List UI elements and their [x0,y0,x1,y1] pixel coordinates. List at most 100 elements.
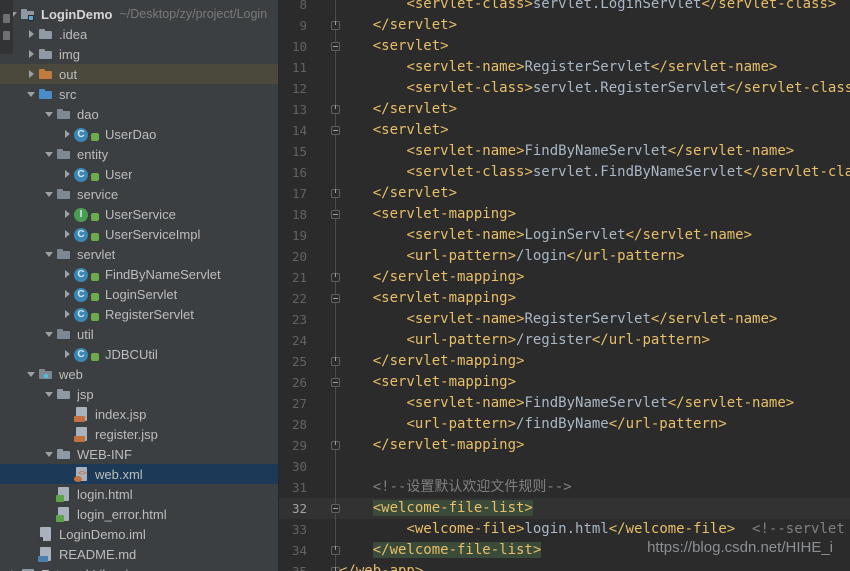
tree-item-index-jsp[interactable]: index.jsp [0,404,278,424]
code-line-29[interactable]: </servlet-mapping> [339,435,524,456]
tree-item-service[interactable]: service [0,184,278,204]
chevron-down-icon[interactable] [44,326,56,342]
chevron-right-icon[interactable] [26,26,38,42]
tree-item-userserviceimpl[interactable]: CUserServiceImpl [0,224,278,244]
fold-end-icon[interactable] [331,189,340,198]
fold-collapse-icon[interactable] [331,504,340,513]
chevron-down-icon[interactable] [26,86,38,102]
chevron-right-icon[interactable] [62,166,74,182]
tree-item-loginservlet[interactable]: CLoginServlet [0,284,278,304]
code-line-31[interactable]: <!--设置默认欢迎文件规则--> [339,477,572,498]
editor-webxml[interactable]: 8910111213141516171819202122232425262728… [279,0,850,571]
chevron-down-icon[interactable] [44,246,56,262]
tree-item-src[interactable]: src [0,84,278,104]
code-line-9[interactable]: </servlet> [339,15,457,36]
fold-end-icon[interactable] [331,105,340,114]
tree-item-login-error-html[interactable]: login_error.html [0,504,278,524]
tree-item-entity[interactable]: entity [0,144,278,164]
fold-end-icon[interactable] [331,441,340,450]
stripe-icon[interactable] [3,31,10,40]
visibility-icon [91,133,99,141]
fold-end-icon[interactable] [331,357,340,366]
code-line-18[interactable]: <servlet-mapping> [339,204,516,225]
code-line-21[interactable]: </servlet-mapping> [339,267,524,288]
code-line-20[interactable]: <url-pattern>/login</url-pattern> [339,246,685,267]
code-line-32[interactable]: <welcome-file-list> [339,498,533,519]
code-line-17[interactable]: </servlet> [339,183,457,204]
chevron-down-icon[interactable] [44,146,56,162]
chevron-right-icon[interactable] [62,306,74,322]
tree-item-userservice[interactable]: IUserService [0,204,278,224]
tree-item-img[interactable]: img [0,44,278,64]
tree-item-registerservlet[interactable]: CRegisterServlet [0,304,278,324]
code-line-27[interactable]: <servlet-name>FindByNameServlet</servlet… [339,393,794,414]
code-token: servlet.LoginServlet [533,0,702,12]
tree-item-web-inf[interactable]: WEB-INF [0,444,278,464]
tree-item-readme-md[interactable]: README.md [0,544,278,564]
chevron-down-icon[interactable] [44,446,56,462]
code-line-26[interactable]: <servlet-mapping> [339,372,516,393]
code-line-33[interactable]: <welcome-file>login.html</welcome-file> … [339,519,850,540]
chevron-down-icon[interactable] [44,106,56,122]
fold-end-icon[interactable] [331,21,340,30]
tree-item-dao[interactable]: dao [0,104,278,124]
chevron-right-icon[interactable] [62,206,74,222]
tree-item-logindemo-iml[interactable]: LoginDemo.iml [0,524,278,544]
tree-item-user[interactable]: CUser [0,164,278,184]
fold-collapse-icon[interactable] [331,294,340,303]
code-token: <servlet-name> [406,143,524,159]
fold-end-icon[interactable] [331,567,340,571]
chevron-down-icon[interactable] [44,386,56,402]
fold-end-icon[interactable] [331,273,340,282]
chevron-right-icon[interactable] [26,46,38,62]
code-line-15[interactable]: <servlet-name>FindByNameServlet</servlet… [339,141,794,162]
fold-collapse-icon[interactable] [331,210,340,219]
fold-collapse-icon[interactable] [331,378,340,387]
chevron-down-icon[interactable] [44,186,56,202]
tree-item-jdbcutil[interactable]: CJDBCUtil [0,344,278,364]
tree-item-label: index.jsp [95,407,146,422]
chevron-right-icon[interactable] [8,566,20,571]
code-line-22[interactable]: <servlet-mapping> [339,288,516,309]
stripe-icon[interactable] [3,14,10,23]
tree-item-findbynameservlet[interactable]: CFindByNameServlet [0,264,278,284]
code-token [735,521,752,537]
code-line-24[interactable]: <url-pattern>/register</url-pattern> [339,330,710,351]
code-line-16[interactable]: <servlet-class>servlet.FindByNameServlet… [339,162,850,183]
code-line-12[interactable]: <servlet-class>servlet.RegisterServlet</… [339,78,850,99]
tree-item-util[interactable]: util [0,324,278,344]
code-line-14[interactable]: <servlet> [339,120,449,141]
tree-item-web[interactable]: web [0,364,278,384]
code-token: </servlet-class> [744,164,850,180]
tree-item-register-jsp[interactable]: register.jsp [0,424,278,444]
tree-item-servlet[interactable]: servlet [0,244,278,264]
fold-collapse-icon[interactable] [331,126,340,135]
code-line-35[interactable]: </web-app> [339,561,423,571]
chevron-right-icon[interactable] [62,286,74,302]
code-line-11[interactable]: <servlet-name>RegisterServlet</servlet-n… [339,57,777,78]
fold-collapse-icon[interactable] [331,42,340,51]
fold-end-icon[interactable] [331,546,340,555]
chevron-down-icon[interactable] [26,366,38,382]
code-line-10[interactable]: <servlet> [339,36,449,57]
chevron-right-icon[interactable] [26,66,38,82]
tree-item-logindemo[interactable]: LoginDemo~/Desktop/zy/project/Login [0,4,278,24]
tree-item-web-xml[interactable]: web.xml [0,464,278,484]
tree-item-jsp[interactable]: jsp [0,384,278,404]
code-line-13[interactable]: </servlet> [339,99,457,120]
tree-item-login-html[interactable]: login.html [0,484,278,504]
tree-item-external-libraries[interactable]: External Libraries [0,564,278,571]
tree-item-idea[interactable]: .idea [0,24,278,44]
code-line-23[interactable]: <servlet-name>RegisterServlet</servlet-n… [339,309,777,330]
code-line-19[interactable]: <servlet-name>LoginServlet</servlet-name… [339,225,752,246]
chevron-right-icon[interactable] [62,226,74,242]
code-line-34[interactable]: </welcome-file-list> [339,540,541,561]
chevron-right-icon[interactable] [62,346,74,362]
code-line-25[interactable]: </servlet-mapping> [339,351,524,372]
tree-item-out[interactable]: out [0,64,278,84]
code-line-8[interactable]: <servlet-class>servlet.LoginServlet</ser… [339,0,836,15]
chevron-right-icon[interactable] [62,266,74,282]
chevron-right-icon[interactable] [62,126,74,142]
code-line-28[interactable]: <url-pattern>/findByName</url-pattern> [339,414,727,435]
tree-item-userdao[interactable]: CUserDao [0,124,278,144]
